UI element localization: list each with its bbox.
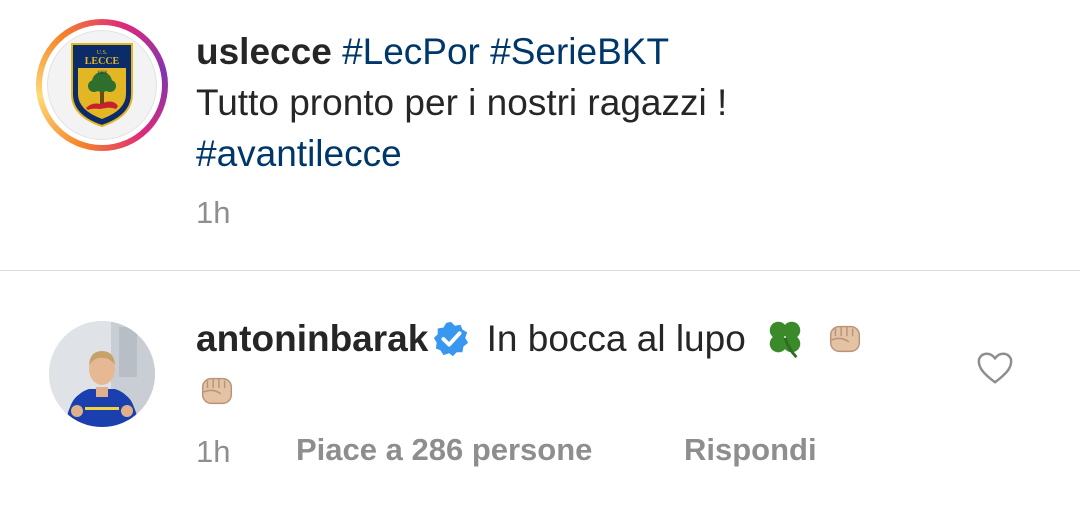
post-caption: U.S. LECCE 1908 uslecce #LecPor #SerieBK… bbox=[0, 0, 1080, 270]
us-lecce-crest-icon: U.S. LECCE 1908 bbox=[71, 43, 133, 128]
likes-count-link[interactable]: Piace a 286 persone bbox=[296, 432, 592, 468]
four-leaf-clover-icon bbox=[769, 321, 801, 359]
hashtag-seriebkt[interactable]: #SerieBKT bbox=[490, 31, 669, 72]
divider bbox=[0, 270, 1080, 271]
reply-button[interactable]: Rispondi bbox=[684, 432, 817, 468]
commenter-username[interactable]: antoninbarak bbox=[196, 318, 428, 359]
post-username[interactable]: uslecce bbox=[196, 31, 332, 72]
crest-name: LECCE bbox=[85, 56, 120, 67]
comment-body: antoninbarak In bocca al lupo bbox=[196, 313, 956, 417]
commenter-avatar[interactable] bbox=[49, 321, 155, 427]
story-ring-avatar[interactable]: U.S. LECCE 1908 bbox=[36, 19, 168, 151]
caption-text: uslecce #LecPor #SerieBKT Tutto pronto p… bbox=[196, 26, 1056, 179]
like-heart-icon[interactable] bbox=[976, 350, 1014, 386]
raised-fist-icon bbox=[201, 377, 233, 405]
comment-text: In bocca al lupo bbox=[486, 318, 746, 359]
caption-body: Tutto pronto per i nostri ragazzi ! bbox=[196, 82, 728, 123]
player-photo-icon bbox=[49, 321, 155, 427]
avatar: U.S. LECCE 1908 bbox=[47, 30, 157, 140]
crest-year: 1908 bbox=[97, 71, 108, 76]
comment-timestamp: 1h bbox=[196, 434, 231, 469]
verified-badge-icon bbox=[434, 321, 469, 357]
raised-fist-icon bbox=[830, 325, 861, 353]
post-timestamp: 1h bbox=[196, 195, 231, 230]
hashtag-lecpor[interactable]: #LecPor bbox=[342, 31, 480, 72]
hashtag-avantilecce[interactable]: #avantilecce bbox=[196, 133, 402, 174]
